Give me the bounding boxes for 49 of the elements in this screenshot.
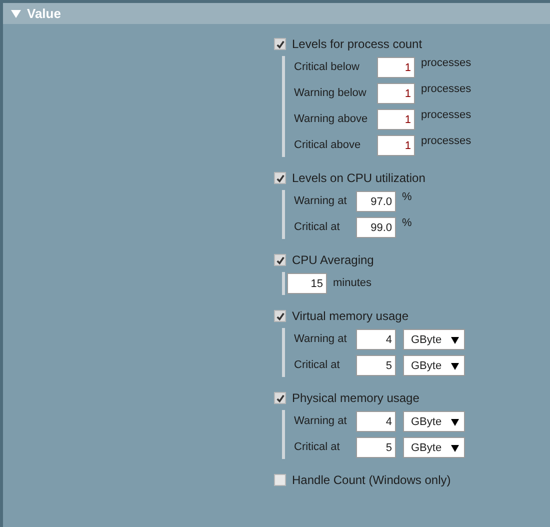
input-field[interactable]: 5: [356, 355, 396, 376]
unit-dropdown[interactable]: GByte: [403, 411, 465, 432]
unit-label: processes: [421, 57, 472, 69]
field-label: Critical above: [294, 138, 362, 151]
field-label: Warning above: [294, 112, 369, 125]
caret-icon: [451, 336, 459, 344]
unit-label: %: [402, 217, 412, 229]
option-label: Handle Count (Windows only): [292, 473, 451, 487]
checkbox[interactable]: [274, 310, 286, 322]
field-label: Critical below: [294, 60, 360, 73]
unit-label: minutes: [333, 276, 372, 289]
unit-label: processes: [421, 135, 472, 147]
caret-icon: [451, 444, 459, 452]
field-label: Warning at: [294, 414, 348, 427]
input-field[interactable]: 1: [377, 83, 415, 104]
field-label: Critical at: [294, 220, 341, 233]
checkbox[interactable]: [274, 392, 286, 404]
input-field[interactable]: 5: [356, 437, 396, 458]
option-label: CPU Averaging: [292, 253, 374, 267]
field-label: Critical at: [294, 440, 341, 453]
unit-label: %: [402, 191, 412, 203]
caret-icon: [451, 418, 459, 426]
option-label: Levels for process count: [292, 37, 422, 51]
input-field[interactable]: 1: [377, 57, 415, 78]
option-label: Virtual memory usage: [292, 309, 408, 323]
field-label: Warning at: [294, 194, 348, 207]
option-label: Physical memory usage: [292, 391, 420, 405]
unit-dropdown[interactable]: GByte: [403, 329, 465, 350]
unit-label: processes: [421, 83, 472, 95]
unit-dropdown[interactable]: GByte: [403, 437, 465, 458]
input-field[interactable]: 97.0: [356, 191, 396, 212]
input-field[interactable]: 4: [356, 411, 396, 432]
field-label: Warning at: [294, 332, 348, 345]
field-label: Critical at: [294, 358, 341, 371]
panel-title: Value: [27, 6, 61, 21]
checkbox[interactable]: [274, 254, 286, 266]
input-field[interactable]: 99.0: [356, 217, 396, 238]
unit-dropdown[interactable]: GByte: [403, 355, 465, 376]
option-label: Levels on CPU utilization: [292, 171, 426, 185]
caret-icon: [451, 362, 459, 370]
input-field[interactable]: 4: [356, 329, 396, 350]
input-field[interactable]: 1: [377, 135, 415, 156]
checkbox[interactable]: [274, 38, 286, 50]
field-label: Warning below: [294, 86, 368, 99]
checkbox[interactable]: [274, 172, 286, 184]
checkbox[interactable]: [274, 474, 286, 486]
unit-label: processes: [421, 109, 472, 121]
input-field[interactable]: 1: [377, 109, 415, 130]
input-field[interactable]: 15: [287, 273, 327, 294]
